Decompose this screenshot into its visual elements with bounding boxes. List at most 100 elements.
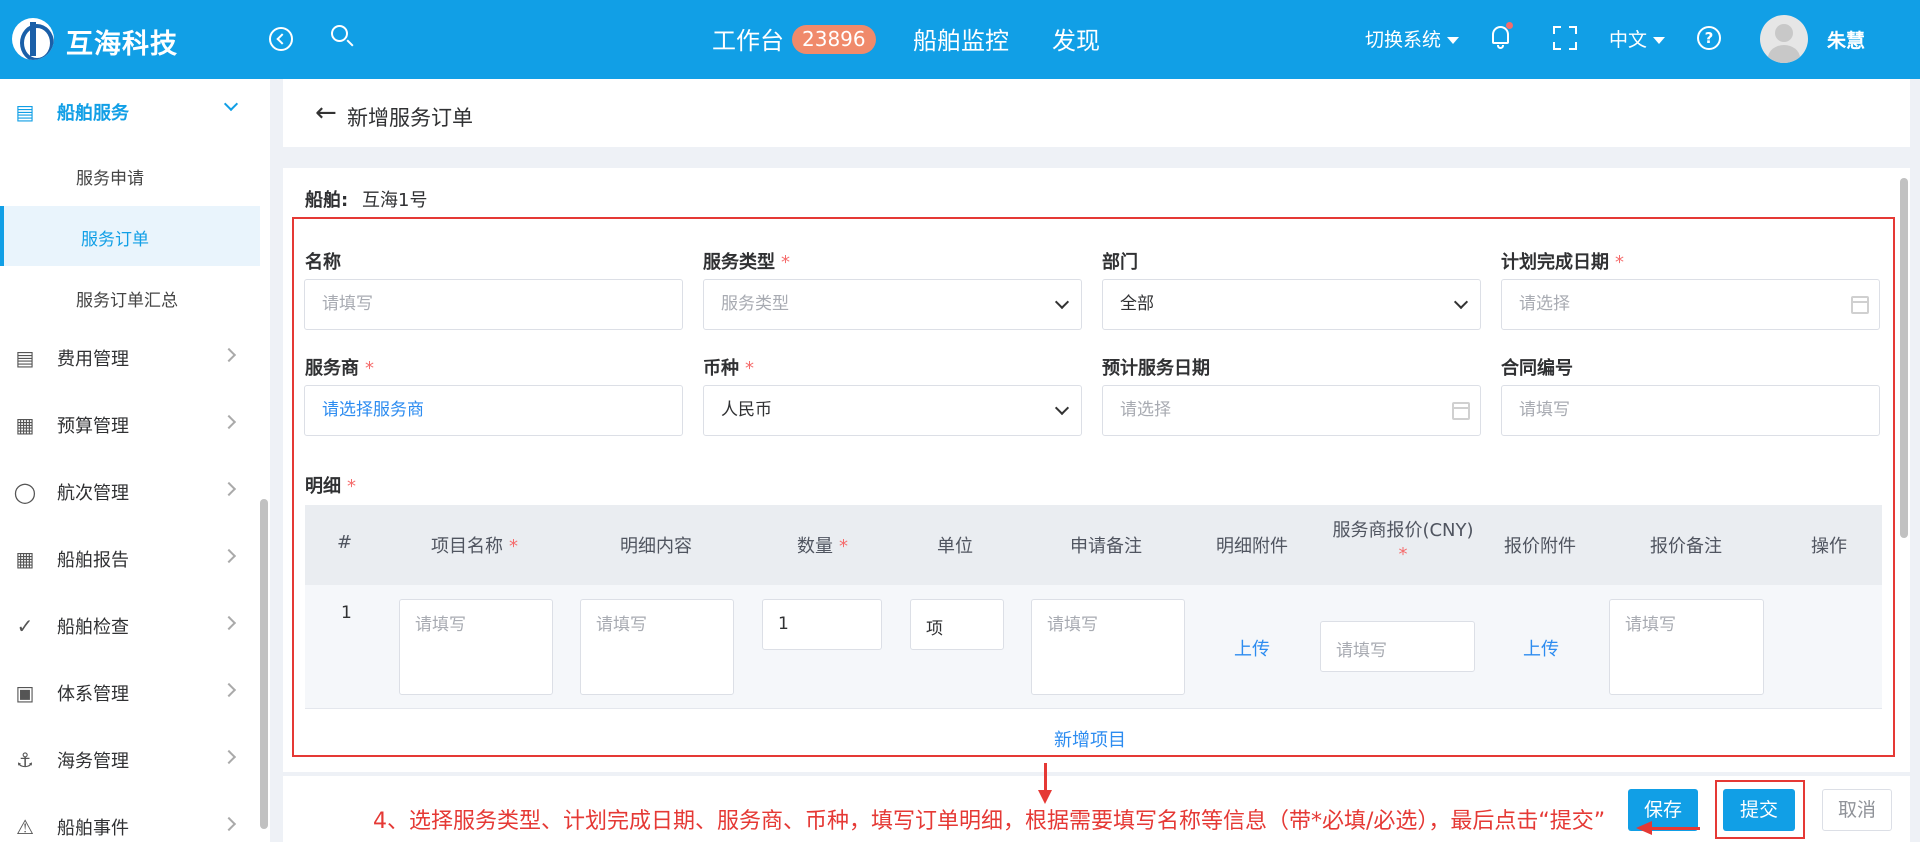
chevron-right-icon bbox=[221, 481, 237, 497]
planned-date-label: 计划完成日期 * bbox=[1501, 248, 1624, 274]
chevron-down-icon bbox=[1054, 294, 1070, 310]
row-index: 1 bbox=[341, 603, 352, 623]
back-arrow-icon[interactable]: ← bbox=[315, 100, 337, 126]
caret-down-icon bbox=[1447, 37, 1460, 44]
service-type-select[interactable]: 服务类型 bbox=[703, 279, 1082, 330]
sidebar-subitem-service-request[interactable]: 服务申请 bbox=[0, 145, 260, 205]
department-value: 全部 bbox=[1120, 294, 1154, 314]
col-quote-remark: 报价备注 bbox=[1650, 536, 1722, 557]
help-icon[interactable]: ? bbox=[1697, 26, 1721, 50]
provider-label: 服务商 * bbox=[305, 354, 374, 380]
provider-placeholder: 请选择服务商 bbox=[322, 400, 424, 420]
upload-attachment-link[interactable]: 上传 bbox=[1234, 635, 1270, 661]
sidebar-item-expense[interactable]: ▤ 费用管理 bbox=[0, 325, 260, 391]
col-quote: 服务商报价(CNY) * bbox=[1323, 519, 1483, 567]
ship-label: 船舶: bbox=[305, 190, 349, 211]
sidebar-subitem-service-order[interactable]: 服务订单 bbox=[0, 206, 260, 266]
sidebar-subitem-label: 服务申请 bbox=[76, 169, 144, 189]
nav-ship-monitor[interactable]: 船舶监控 bbox=[913, 21, 1009, 56]
sidebar-item-ship-service[interactable]: ▤ 船舶服务 bbox=[0, 79, 260, 145]
chevron-right-icon bbox=[221, 816, 237, 832]
nav-discover[interactable]: 发现 bbox=[1052, 21, 1100, 56]
required-mark: * bbox=[1398, 544, 1408, 565]
unit-input[interactable]: 项 bbox=[910, 599, 1004, 650]
calendar-icon bbox=[1851, 296, 1869, 314]
provider-select[interactable]: 请选择服务商 bbox=[304, 385, 683, 436]
fullscreen-icon[interactable] bbox=[1553, 26, 1577, 50]
service-type-label-text: 服务类型 bbox=[703, 252, 775, 273]
avatar[interactable] bbox=[1760, 15, 1808, 63]
chevron-down-icon bbox=[1054, 400, 1070, 416]
sidebar-scrollbar[interactable] bbox=[260, 499, 268, 829]
add-item-link[interactable]: 新增项目 bbox=[1054, 726, 1126, 752]
main-scrollbar[interactable] bbox=[1900, 178, 1908, 538]
col-item-name: 项目名称 * bbox=[431, 532, 518, 558]
language-label: 中文 bbox=[1609, 29, 1648, 51]
item-name-placeholder: 请填写 bbox=[415, 615, 466, 635]
name-input[interactable]: 请填写 bbox=[304, 279, 683, 330]
chevron-right-icon bbox=[221, 749, 237, 765]
sidebar-item-system-mgmt[interactable]: ▣ 体系管理 bbox=[0, 660, 260, 726]
sidebar-item-marine-mgmt[interactable]: ⚓ 海务管理 bbox=[0, 727, 260, 793]
logo-icon bbox=[12, 18, 54, 60]
documents-icon: ▣ bbox=[15, 681, 35, 705]
user-name[interactable]: 朱慧 bbox=[1827, 26, 1865, 53]
required-mark: * bbox=[1615, 252, 1624, 273]
currency-label: 币种 * bbox=[703, 354, 754, 380]
name-label: 名称 bbox=[305, 248, 341, 274]
cancel-button[interactable]: 取消 bbox=[1822, 789, 1892, 831]
check-circle-icon: ✓ bbox=[16, 614, 34, 638]
sidebar-subitem-order-summary[interactable]: 服务订单汇总 bbox=[0, 267, 260, 327]
bell-icon[interactable] bbox=[1490, 22, 1513, 50]
annotation-arrow-line bbox=[1652, 827, 1700, 830]
chevron-right-icon bbox=[221, 615, 237, 631]
col-action: 操作 bbox=[1811, 536, 1847, 557]
warning-icon: ⚠ bbox=[16, 815, 34, 839]
expected-date-label-text: 预计服务日期 bbox=[1102, 358, 1210, 379]
sidebar-item-label: 费用管理 bbox=[57, 349, 129, 370]
department-select[interactable]: 全部 bbox=[1102, 279, 1481, 330]
language-dropdown[interactable]: 中文 bbox=[1609, 25, 1666, 52]
paint-roller-icon: ▤ bbox=[15, 100, 35, 124]
back-circle-icon[interactable] bbox=[269, 27, 293, 51]
quote-input[interactable]: 请填写 bbox=[1320, 621, 1475, 672]
chevron-right-icon bbox=[221, 347, 237, 363]
contract-no-input[interactable]: 请填写 bbox=[1501, 385, 1880, 436]
sidebar-item-budget[interactable]: ▦ 预算管理 bbox=[0, 392, 260, 458]
upload-quote-attachment-link[interactable]: 上传 bbox=[1523, 635, 1559, 661]
chevron-down-icon bbox=[1453, 294, 1469, 310]
expected-date-picker[interactable]: 请选择 bbox=[1102, 385, 1481, 436]
col-quantity: 数量 * bbox=[797, 532, 848, 558]
page-title-bar: ← 新增服务订单 bbox=[283, 79, 1910, 147]
currency-label-text: 币种 bbox=[703, 358, 739, 379]
sidebar-item-ship-event[interactable]: ⚠ 船舶事件 bbox=[0, 794, 260, 842]
col-unit: 单位 bbox=[937, 536, 973, 557]
quantity-input[interactable]: 1 bbox=[762, 599, 882, 650]
sidebar-item-voyage[interactable]: ◯ 航次管理 bbox=[0, 459, 260, 525]
col-item-name-text: 项目名称 bbox=[431, 536, 503, 557]
remark-placeholder: 请填写 bbox=[1047, 615, 1098, 635]
content-input[interactable]: 请填写 bbox=[580, 599, 734, 695]
switch-system-dropdown[interactable]: 切换系统 bbox=[1365, 25, 1460, 52]
workbench-badge: 23896 bbox=[792, 25, 876, 54]
quote-remark-input[interactable]: 请填写 bbox=[1609, 599, 1764, 695]
search-icon[interactable] bbox=[331, 25, 355, 51]
col-quote-text: 服务商报价(CNY) bbox=[1332, 520, 1474, 541]
sidebar-item-label: 船舶事件 bbox=[57, 818, 129, 839]
planned-date-picker[interactable]: 请选择 bbox=[1501, 279, 1880, 330]
ship-name: 互海1号 bbox=[362, 190, 428, 211]
required-mark: * bbox=[365, 358, 374, 379]
nav-workbench[interactable]: 工作台 bbox=[712, 21, 784, 56]
annotation-arrow-down-icon bbox=[1038, 790, 1052, 804]
currency-select[interactable]: 人民币 bbox=[703, 385, 1082, 436]
page-title: 新增服务订单 bbox=[347, 106, 473, 130]
col-remark: 申请备注 bbox=[1070, 536, 1142, 557]
sidebar-item-ship-inspection[interactable]: ✓ 船舶检查 bbox=[0, 593, 260, 659]
chevron-right-icon bbox=[221, 548, 237, 564]
item-name-input[interactable]: 请填写 bbox=[399, 599, 553, 695]
database-icon: ▤ bbox=[15, 346, 35, 370]
submit-button[interactable]: 提交 bbox=[1723, 789, 1795, 831]
remark-input[interactable]: 请填写 bbox=[1031, 599, 1185, 695]
caret-down-icon bbox=[1653, 37, 1666, 44]
sidebar-item-ship-report[interactable]: ▦ 船舶报告 bbox=[0, 526, 260, 592]
